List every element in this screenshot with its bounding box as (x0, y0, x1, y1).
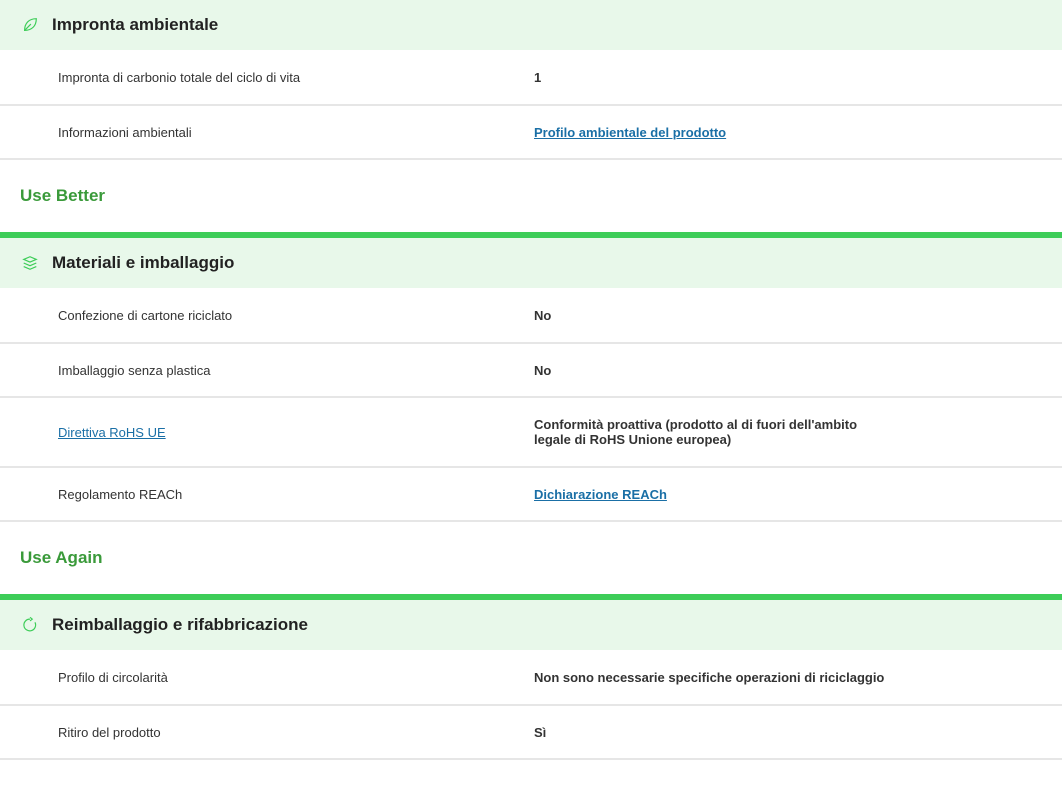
leaf-icon (20, 15, 40, 35)
sustainability-page: Impronta ambientale Impronta di carbonio… (0, 0, 1062, 760)
row-label: Imballaggio senza plastica (58, 362, 211, 378)
section-header-reuse: Reimballaggio e rifabbricazione (0, 600, 1062, 650)
row-label: Profilo di circolarità (58, 669, 168, 685)
table-row: Profilo di circolarità Non sono necessar… (0, 650, 1062, 706)
refresh-icon (20, 615, 40, 635)
row-label: Regolamento REACh (58, 486, 183, 502)
table-row: Regolamento REACh Dichiarazione REACh (0, 468, 1062, 522)
table-row: Imballaggio senza plastica No (0, 344, 1062, 398)
group-title-use-better: Use Better (20, 186, 106, 205)
row-label: Informazioni ambientali (58, 124, 192, 140)
table-row: Informazioni ambientali Profilo ambienta… (0, 106, 1062, 160)
row-label: Ritiro del prodotto (58, 724, 161, 740)
section-title-reuse: Reimballaggio e rifabbricazione (52, 615, 309, 634)
table-row: Confezione di cartone riciclato No (0, 288, 1062, 344)
reach-declaration-link[interactable]: Dichiarazione REACh (534, 487, 994, 502)
environmental-profile-link[interactable]: Profilo ambientale del prodotto (534, 125, 994, 140)
table-row: Ritiro del prodotto Sì (0, 706, 1062, 760)
row-label: Impronta di carbonio totale del ciclo di… (58, 69, 301, 85)
row-value: No (534, 362, 552, 378)
section-title-footprint: Impronta ambientale (52, 15, 219, 34)
rohs-directive-link[interactable]: Direttiva RoHS UE (58, 425, 534, 440)
section-header-materials: Materiali e imballaggio (0, 238, 1062, 288)
row-value: Sì (534, 724, 547, 740)
row-value: Non sono necessarie specifiche operazion… (534, 669, 885, 685)
layers-icon (20, 253, 40, 273)
section-title-materials: Materiali e imballaggio (52, 253, 235, 272)
group-title-use-again: Use Again (20, 548, 103, 567)
section-header-footprint: Impronta ambientale (0, 0, 1062, 50)
row-value: 1 (534, 69, 542, 85)
table-row: Impronta di carbonio totale del ciclo di… (0, 50, 1062, 106)
row-label: Confezione di cartone riciclato (58, 307, 233, 323)
table-row: Direttiva RoHS UE Conformità proattiva (… (0, 398, 1062, 468)
row-value: Conformità proattiva (prodotto al di fuo… (534, 417, 858, 447)
row-value: No (534, 307, 552, 323)
